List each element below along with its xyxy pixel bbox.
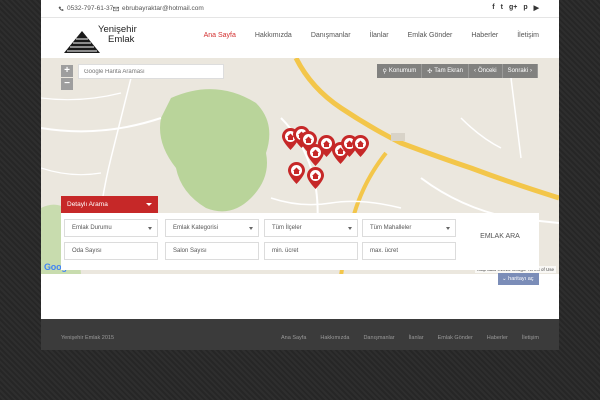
property-pin-icon[interactable] bbox=[352, 135, 369, 157]
top-bar: 0532-797-61-37 ebrubayraktar@hotmail.com… bbox=[41, 0, 559, 18]
location-pin-icon: ⚲ bbox=[382, 68, 387, 75]
chevron-left-icon: ‹ bbox=[473, 68, 476, 74]
property-pin-icon[interactable] bbox=[307, 167, 324, 189]
footer-link-about[interactable]: Hakkımızda bbox=[320, 335, 349, 341]
status-select[interactable]: Emlak Durumu bbox=[64, 219, 158, 237]
phone-number: 0532-797-61-37 bbox=[67, 5, 114, 12]
chevron-right-icon: › bbox=[530, 68, 532, 74]
footer-link-consultants[interactable]: Danışmanlar bbox=[363, 335, 394, 341]
footer-nav: Ana Sayfa Hakkımızda Danışmanlar İlanlar… bbox=[281, 335, 539, 341]
expand-icon: ✣ bbox=[427, 68, 433, 75]
nav-item-home[interactable]: Ana Sayfa bbox=[204, 32, 236, 39]
email-address[interactable]: ebrubayraktar@hotmail.com bbox=[122, 5, 204, 12]
phone-contact: 0532-797-61-37 bbox=[58, 5, 113, 12]
neighborhood-select[interactable]: Tüm Mahalleler bbox=[362, 219, 456, 237]
footer-link-home[interactable]: Ana Sayfa bbox=[281, 335, 306, 341]
nav-item-submit-property[interactable]: Emlak Gönder bbox=[408, 32, 453, 39]
nav-item-consultants[interactable]: Danışmanlar bbox=[311, 32, 351, 39]
twitter-icon[interactable]: t bbox=[501, 4, 503, 12]
max-price-input[interactable]: max. ücret bbox=[362, 242, 456, 260]
site-footer: Yenişehir Emlak 2015 Ana Sayfa Hakkımızd… bbox=[41, 319, 559, 350]
detailed-search-tab[interactable]: Detaylı Arama bbox=[61, 196, 158, 213]
site-logo[interactable]: Yenişehir Emlak bbox=[62, 23, 152, 55]
previous-button[interactable]: ‹ Önceki bbox=[468, 64, 503, 78]
next-button[interactable]: Sonraki › bbox=[502, 64, 538, 78]
nav-item-news[interactable]: Haberler bbox=[471, 32, 498, 39]
nav-item-listings[interactable]: İlanlar bbox=[370, 32, 389, 39]
fullscreen-button[interactable]: ✣ Tam Ekran bbox=[422, 64, 469, 78]
logo-text: Yenişehir Emlak bbox=[98, 24, 137, 45]
envelope-icon bbox=[113, 6, 119, 11]
map-search-input[interactable] bbox=[78, 64, 224, 79]
zoom-out-button[interactable]: − bbox=[61, 78, 73, 90]
footer-link-news[interactable]: Haberler bbox=[487, 335, 508, 341]
zoom-controls: + − bbox=[61, 65, 73, 91]
halls-input[interactable]: Salon Sayısı bbox=[165, 242, 259, 260]
page-container: 0532-797-61-37 ebrubayraktar@hotmail.com… bbox=[41, 0, 559, 350]
phone-icon bbox=[58, 6, 64, 11]
zoom-in-button[interactable]: + bbox=[61, 65, 73, 77]
property-pin-icon[interactable] bbox=[307, 144, 324, 166]
google-plus-icon[interactable]: g+ bbox=[509, 4, 517, 12]
search-panel: Emlak Durumu Emlak Kategorisi Tüm İlçele… bbox=[61, 213, 539, 270]
rooms-input[interactable]: Oda Sayısı bbox=[64, 242, 158, 260]
social-links: f t g+ p ▶ bbox=[492, 4, 539, 12]
category-select[interactable]: Emlak Kategorisi bbox=[165, 219, 259, 237]
footer-link-contact[interactable]: İletişim bbox=[522, 335, 539, 341]
nav-item-contact[interactable]: İletişim bbox=[517, 32, 539, 39]
main-nav: Ana Sayfa Hakkımızda Danışmanlar İlanlar… bbox=[204, 32, 539, 39]
search-submit-button[interactable]: EMLAK ARA bbox=[465, 233, 535, 247]
copyright-text: Yenişehir Emlak 2015 bbox=[61, 335, 114, 341]
footer-link-submit-property[interactable]: Emlak Gönder bbox=[438, 335, 473, 341]
min-price-input[interactable]: min. ücret bbox=[264, 242, 358, 260]
district-select[interactable]: Tüm İlçeler bbox=[264, 219, 358, 237]
footer-link-listings[interactable]: İlanlar bbox=[409, 335, 424, 341]
logo-mark bbox=[64, 31, 100, 53]
property-pin-icon[interactable] bbox=[288, 162, 305, 184]
pinterest-icon[interactable]: p bbox=[523, 4, 527, 12]
my-location-button[interactable]: ⚲ Konumum bbox=[377, 64, 423, 78]
toggle-map-button[interactable]: ⌄ haritayı aç bbox=[498, 273, 539, 285]
site-header: Yenişehir Emlak Ana Sayfa Hakkımızda Dan… bbox=[41, 18, 559, 58]
map-toolbar: ⚲ Konumum ✣ Tam Ekran ‹ Önceki Sonraki › bbox=[377, 64, 538, 78]
nav-item-about[interactable]: Hakkımızda bbox=[255, 32, 292, 39]
email-contact[interactable]: ebrubayraktar@hotmail.com bbox=[113, 5, 204, 12]
youtube-icon[interactable]: ▶ bbox=[534, 4, 539, 12]
caret-down-icon bbox=[146, 203, 152, 206]
facebook-icon[interactable]: f bbox=[492, 4, 494, 12]
chevron-down-icon: ⌄ bbox=[502, 276, 507, 282]
